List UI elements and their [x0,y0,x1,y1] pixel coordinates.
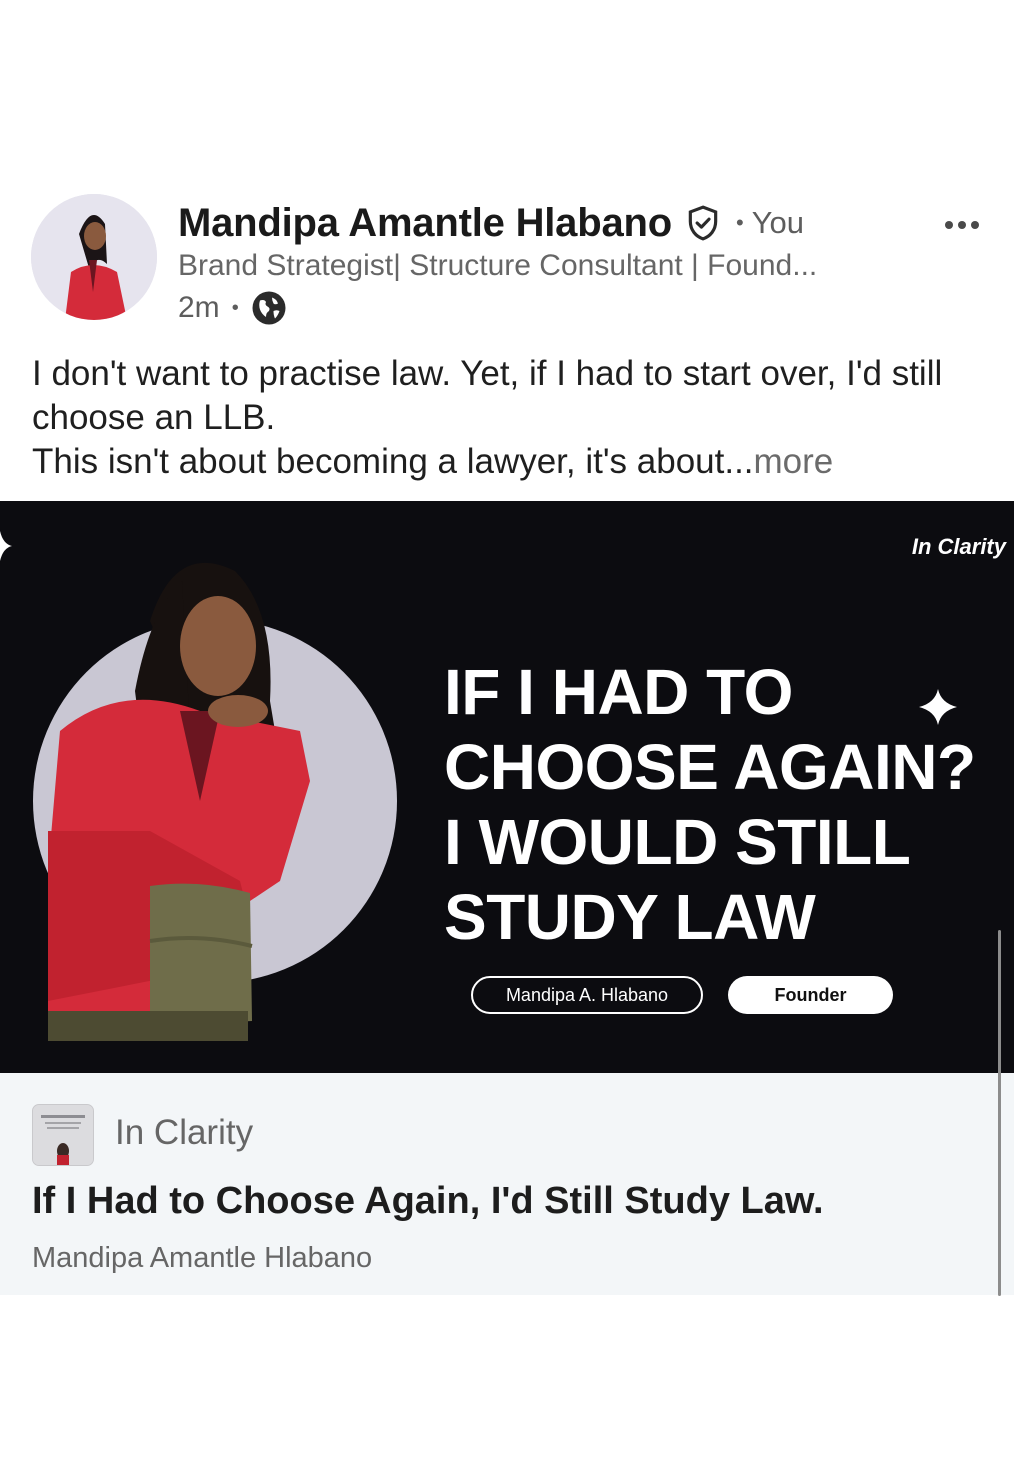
card-title[interactable]: If I Had to Choose Again, I'd Still Stud… [32,1180,824,1223]
post-body[interactable]: I don't want to practise law. Yet, if I … [32,352,982,484]
brand-tag: In Clarity [911,534,1006,559]
role-pill: Founder [728,976,893,1014]
post-meta: 2m • [178,288,287,328]
graphic-headline-line: IF I HAD TO [444,656,793,728]
card-author: Mandipa Amantle Hlabano [32,1242,373,1274]
post-time: 2m [178,291,220,324]
author-avatar[interactable] [31,194,157,320]
author-name[interactable]: Mandipa Amantle Hlabano [178,201,672,246]
graphic-headline: IF I HAD TO CHOOSE AGAIN? I WOULD STILL … [444,655,1014,955]
separator-dot: • [735,210,744,235]
post-text-line: I don't want to practise law. Yet, if I … [32,354,943,437]
author-name-row: Mandipa Amantle Hlabano • You [178,199,804,247]
separator-dot: • [231,296,239,319]
graphic-headline-line: CHOOSE AGAIN? [444,731,976,803]
sparkle-icon [0,531,12,561]
post-text-line: This isn't about becoming a lawyer, it's… [32,440,982,484]
more-options-icon[interactable] [940,208,984,242]
card-source: In Clarity [115,1113,254,1152]
relation-label: You [751,205,804,240]
post-text-excerpt: This isn't about becoming a lawyer, it's… [32,442,754,481]
globe-icon [251,290,287,326]
author-headline: Brand Strategist| Structure Consultant |… [178,249,818,282]
graphic-headline-line: STUDY LAW [444,881,816,953]
newsletter-thumbnail [32,1104,94,1166]
verified-shield-icon [684,204,722,242]
see-more-link[interactable]: more [754,442,834,481]
feed-post: Mandipa Amantle Hlabano • You Brand Stra… [0,0,1014,1473]
graphic-headline-line: I WOULD STILL [444,806,911,878]
name-pill: Mandipa A. Hlabano [471,976,703,1014]
scrollbar[interactable] [998,930,1001,1296]
